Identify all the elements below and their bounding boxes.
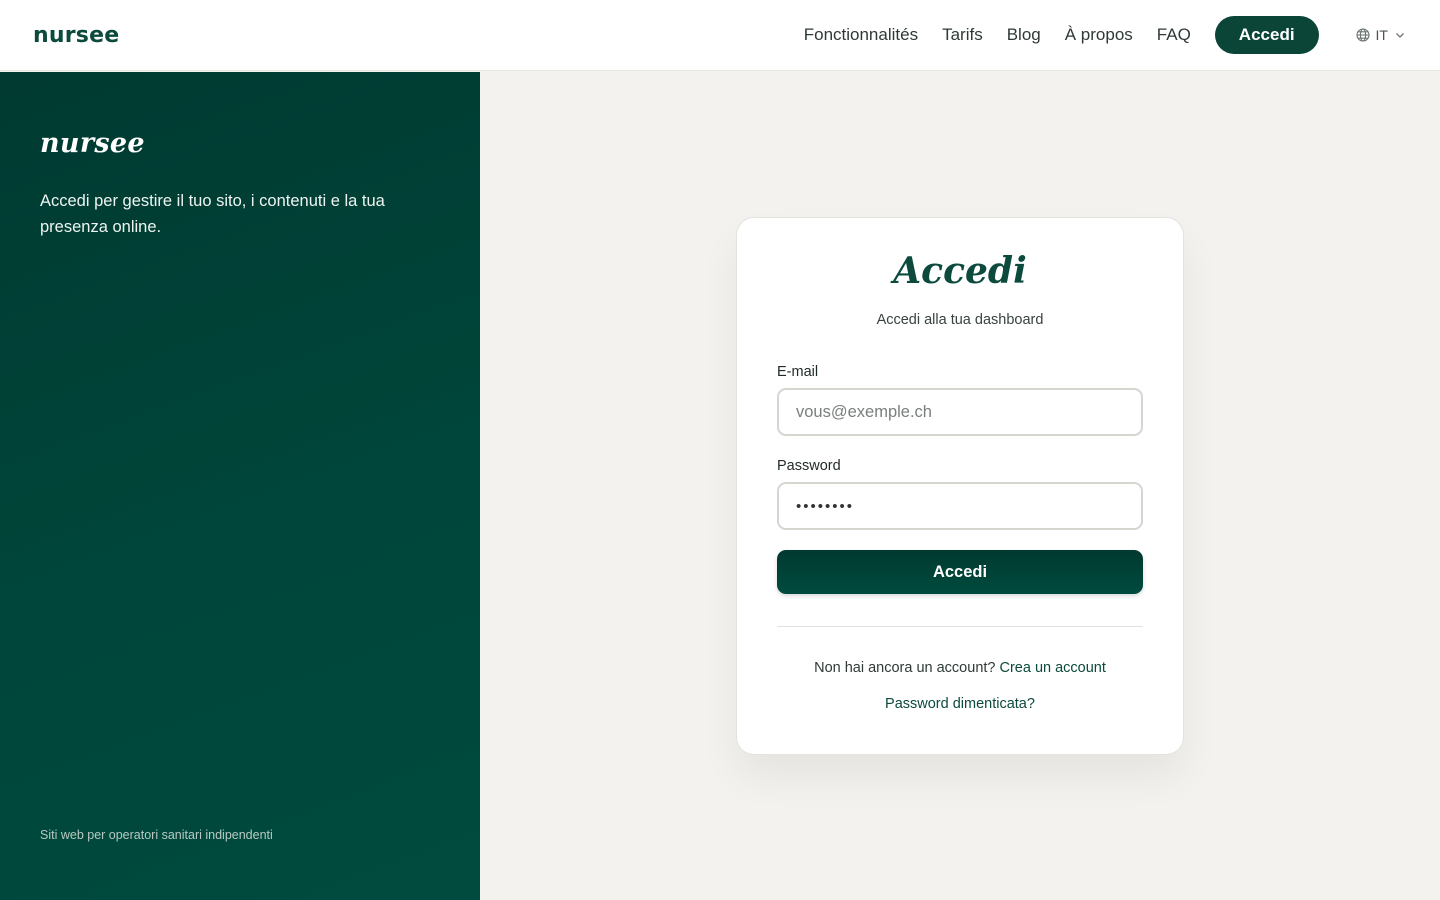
- forgot-password-link[interactable]: Password dimenticata?: [885, 696, 1035, 712]
- panel-intro: Accedi per gestire il tuo sito, i conten…: [40, 192, 385, 236]
- signup-link[interactable]: Crea un account: [1000, 660, 1106, 676]
- brand-logo[interactable]: nursee: [33, 23, 119, 48]
- signup-row: Non hai ancora un account? Crea un accou…: [737, 660, 1183, 676]
- language-label: IT: [1375, 27, 1388, 43]
- language-selector[interactable]: IT: [1355, 27, 1406, 43]
- nav-link-blog[interactable]: Blog: [1007, 25, 1041, 45]
- password-field[interactable]: [777, 482, 1143, 530]
- main-nav: Fonctionnalités Tarifs Blog À propos FAQ…: [804, 16, 1406, 54]
- chevron-down-icon: [1394, 29, 1406, 41]
- nav-link-faq[interactable]: FAQ: [1157, 25, 1191, 45]
- nav-link-features[interactable]: Fonctionnalités: [804, 25, 918, 45]
- login-card: Accedi Accedi alla tua dashboard E-mail …: [736, 217, 1184, 755]
- forgot-row: Password dimenticata?: [737, 696, 1183, 712]
- login-submit-button[interactable]: Accedi: [777, 550, 1143, 594]
- login-subtitle: Accedi alla tua dashboard: [876, 312, 1044, 328]
- globe-icon: [1355, 28, 1370, 42]
- panel-tagline: Siti web per operatori sanitari indipend…: [40, 828, 273, 842]
- email-field[interactable]: [777, 388, 1143, 436]
- top-navigation: nursee Fonctionnalités Tarifs Blog À pro…: [0, 0, 1440, 71]
- nav-link-about[interactable]: À propos: [1065, 25, 1133, 45]
- signup-prompt: Non hai ancora un account?: [814, 660, 1000, 676]
- email-label: E-mail: [777, 364, 819, 380]
- nav-link-pricing[interactable]: Tarifs: [942, 25, 983, 45]
- panel-logo: nursee: [40, 128, 145, 159]
- brand-panel: nursee Accedi per gestire il tuo sito, i…: [0, 72, 480, 900]
- divider: [777, 626, 1143, 627]
- login-title: Accedi: [893, 250, 1027, 292]
- password-label: Password: [777, 458, 841, 474]
- nav-login-button[interactable]: Accedi: [1214, 16, 1319, 54]
